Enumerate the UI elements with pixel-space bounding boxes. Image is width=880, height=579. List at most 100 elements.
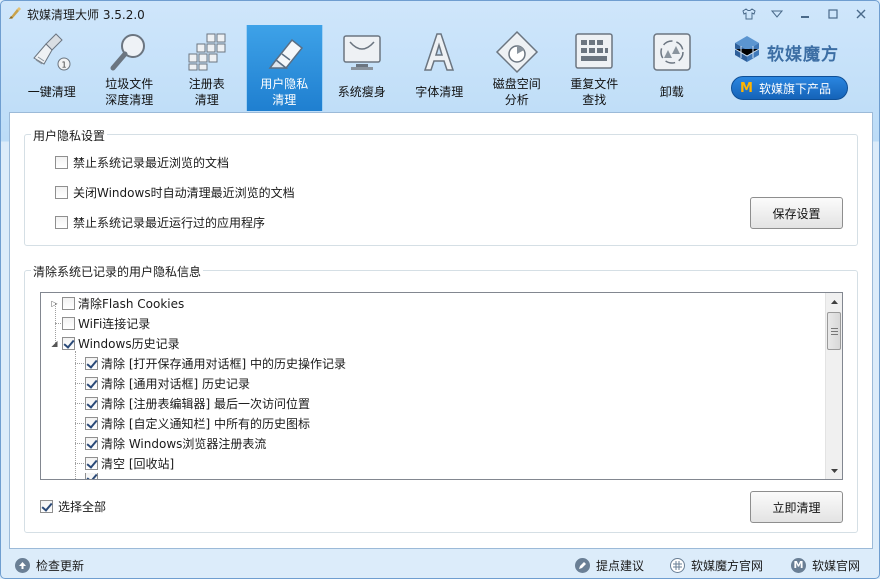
tool-junk-deep-clean[interactable]: 垃圾文件 深度清理: [91, 25, 169, 111]
privacy-panel: 用户隐私设置 禁止系统记录最近浏览的文档 关闭Windows时自动清理最近浏览的…: [9, 112, 873, 549]
tool-font-clean[interactable]: 字体清理: [401, 25, 479, 111]
tree-line: [75, 351, 76, 479]
tree-item-notify-icons[interactable]: 清除 [自定义通知栏] 中所有的历史图标: [85, 413, 310, 433]
tool-label: 磁盘空间 分析: [492, 77, 541, 107]
maximize-button[interactable]: [821, 5, 845, 23]
m-logo-icon: M: [791, 558, 806, 573]
tool-one-click-clean[interactable]: 1 一键清理: [13, 25, 91, 111]
checkbox[interactable]: [62, 316, 75, 330]
tree-item-label: Windows历史记录: [78, 336, 180, 351]
window-title: 软媒清理大师 3.5.2.0: [27, 8, 145, 22]
chevron-down-icon: [771, 10, 783, 18]
checkbox[interactable]: [85, 456, 98, 470]
checkbox[interactable]: [85, 396, 98, 410]
app-window: 软媒清理大师 3.5.2.0 1 一键清理 垃圾文件 深度清理 注册表 清理 用…: [0, 0, 880, 579]
suggestion-link[interactable]: 提点建议: [575, 557, 644, 574]
magnifier-icon: [105, 29, 153, 75]
tree-item-partial: [85, 473, 98, 479]
clean-now-button[interactable]: 立即清理: [750, 491, 843, 523]
scroll-up-button[interactable]: [826, 293, 842, 310]
broom-icon: 1: [28, 29, 76, 75]
tree-item-label: 清除 Windows浏览器注册表流: [101, 436, 267, 451]
tree-item-label: 清除Flash Cookies: [78, 296, 185, 311]
checkbox[interactable]: [55, 156, 68, 169]
maximize-icon: [828, 9, 838, 19]
tool-label: 重复文件 查找: [570, 77, 619, 107]
tool-uninstall[interactable]: 卸载: [633, 25, 711, 111]
close-button[interactable]: [849, 5, 873, 23]
group-title: 用户隐私设置: [31, 127, 108, 144]
tool-label: 注册表 清理: [188, 77, 225, 107]
tool-system-slim[interactable]: 系统瘦身: [323, 25, 401, 111]
tool-privacy-clean[interactable]: 用户隐私 清理: [245, 25, 323, 111]
privacy-tree[interactable]: ▷ 清除Flash Cookies WiFi连接记录 ◢ Windows历史记录…: [40, 292, 843, 480]
products-button-label: 软媒旗下产品: [758, 81, 831, 96]
checkbox[interactable]: [85, 436, 98, 450]
tool-registry-clean[interactable]: 注册表 清理: [168, 25, 246, 111]
select-all-checkbox[interactable]: 选择全部: [40, 498, 106, 515]
checkbox: [85, 473, 98, 479]
checkbox[interactable]: [62, 336, 75, 350]
check-update-label: 检查更新: [36, 559, 85, 573]
tool-label: 卸载: [659, 85, 684, 99]
cube-logo-icon: [734, 36, 760, 62]
tree-line: [75, 463, 84, 464]
option-disable-recent-docs[interactable]: 禁止系统记录最近浏览的文档: [55, 154, 229, 171]
products-button[interactable]: M 软媒旗下产品: [731, 76, 848, 100]
option-auto-clear-on-shutdown[interactable]: 关闭Windows时自动清理最近浏览的文档: [55, 184, 295, 201]
select-all-label: 选择全部: [58, 500, 107, 514]
tool-disk-analysis[interactable]: 磁盘空间 分析: [478, 25, 556, 111]
expand-arrow-icon[interactable]: ▷: [50, 299, 59, 308]
brand-name: 软媒魔方: [767, 45, 839, 65]
tool-label: 字体清理: [415, 85, 464, 99]
tree-item-label: 清除 [打开保存通用对话框] 中的历史操作记录: [101, 356, 346, 371]
tree-line: [75, 403, 84, 404]
scroll-down-button[interactable]: [826, 462, 842, 479]
check-update-link[interactable]: 检查更新: [15, 557, 84, 574]
group-title: 清除系统已记录的用户隐私信息: [31, 263, 204, 280]
arrow-up-circle-icon: [15, 558, 30, 573]
tree-item-recycle-bin[interactable]: 清空 [回收站]: [85, 453, 174, 473]
mofang-site-link[interactable]: 软媒魔方官网: [670, 557, 763, 574]
tree-item-windows-history[interactable]: ◢ Windows历史记录: [50, 333, 180, 353]
tool-label: 用户隐私 清理: [260, 77, 309, 107]
grid-globe-icon: [670, 558, 685, 573]
tree-item-regedit[interactable]: 清除 [注册表编辑器] 最后一次访问位置: [85, 393, 310, 413]
disk-chart-icon: [493, 29, 541, 75]
tree-item-wifi[interactable]: WiFi连接记录: [62, 313, 150, 333]
tree-item-common-dialog[interactable]: 清除 [通用对话框] 历史记录: [85, 373, 250, 393]
option-disable-recent-apps[interactable]: 禁止系统记录最近运行过的应用程序: [55, 214, 265, 231]
checkbox[interactable]: [62, 296, 75, 310]
option-label: 禁止系统记录最近浏览的文档: [73, 156, 230, 170]
main-toolbar: 1 一键清理 垃圾文件 深度清理 注册表 清理 用户隐私 清理 系统瘦身 字体清…: [13, 25, 711, 111]
tree-item-label: 清除 [通用对话框] 历史记录: [101, 376, 250, 391]
checkbox[interactable]: [85, 416, 98, 430]
eraser-icon: [260, 29, 308, 75]
title-bar[interactable]: 软媒清理大师 3.5.2.0: [1, 1, 879, 25]
checkbox[interactable]: [40, 500, 53, 513]
save-settings-button[interactable]: 保存设置: [750, 197, 843, 229]
brand-logo[interactable]: 软媒魔方: [731, 33, 851, 65]
tool-duplicate-files[interactable]: 重复文件 查找: [556, 25, 634, 111]
scroll-thumb[interactable]: [827, 312, 841, 350]
tree-line: [75, 383, 84, 384]
checkbox[interactable]: [85, 356, 98, 370]
arrow-down-icon: [830, 468, 838, 473]
tree-item-open-save-dialog[interactable]: 清除 [打开保存通用对话框] 中的历史操作记录: [85, 353, 346, 373]
recycle-icon: [648, 29, 696, 75]
close-icon: [856, 9, 866, 19]
checkbox[interactable]: [55, 186, 68, 199]
tree-item-flash-cookies[interactable]: ▷ 清除Flash Cookies: [50, 293, 184, 313]
tree-scrollbar[interactable]: [825, 293, 842, 479]
tree-item-explorer-streams[interactable]: 清除 Windows浏览器注册表流: [85, 433, 266, 453]
official-site-link[interactable]: M 软媒官网: [791, 557, 860, 574]
checkbox[interactable]: [55, 216, 68, 229]
tree-line: [75, 443, 84, 444]
skin-button[interactable]: [737, 5, 761, 23]
checkbox[interactable]: [85, 376, 98, 390]
tree-item-label: WiFi连接记录: [78, 316, 151, 331]
option-label: 禁止系统记录最近运行过的应用程序: [73, 216, 266, 230]
minimize-button[interactable]: [793, 5, 817, 23]
collapse-arrow-icon[interactable]: ◢: [50, 339, 59, 348]
menu-button[interactable]: [765, 5, 789, 23]
